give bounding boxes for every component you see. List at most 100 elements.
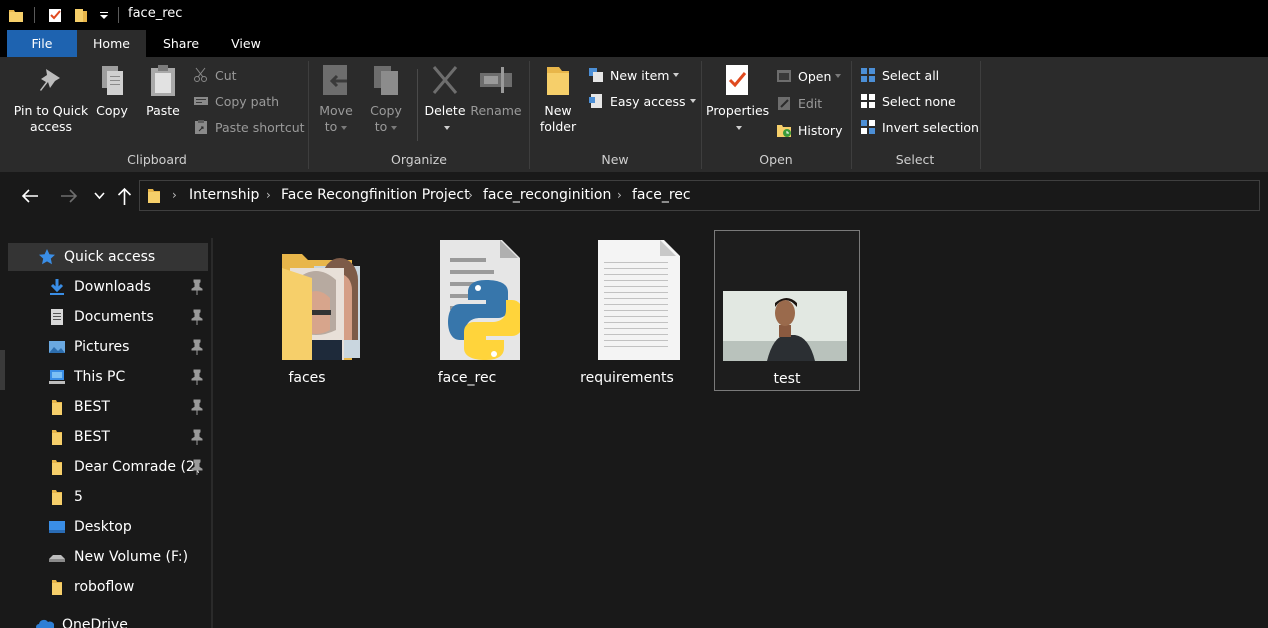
sidebar-item-5[interactable]: 5 bbox=[8, 483, 208, 511]
select-none-button[interactable]: Select none bbox=[860, 91, 956, 111]
delete-button[interactable]: Delete bbox=[422, 63, 468, 135]
copy-to-button[interactable]: Copy to bbox=[366, 63, 406, 135]
star-icon bbox=[39, 249, 55, 265]
breadcrumb-chevron-icon[interactable]: › bbox=[617, 188, 622, 202]
pin-icon[interactable] bbox=[190, 309, 204, 325]
file-item-test[interactable]: test bbox=[714, 230, 860, 391]
easy-access-icon bbox=[589, 94, 602, 108]
new-folder-button[interactable]: New folder bbox=[536, 63, 580, 135]
open-icon bbox=[777, 70, 791, 82]
navigation-bar: › Internship › Face Recongfinition Proje… bbox=[0, 172, 1268, 220]
cloud-icon bbox=[36, 619, 54, 628]
back-arrow-icon[interactable] bbox=[21, 188, 39, 204]
select-all-button[interactable]: Select all bbox=[860, 65, 939, 85]
copy-button[interactable]: Copy bbox=[92, 63, 132, 119]
rename-icon bbox=[480, 67, 512, 93]
folder-icon bbox=[52, 580, 62, 595]
pin-icon[interactable] bbox=[190, 279, 204, 295]
copy-to-label: to bbox=[366, 119, 406, 135]
customize-toolbar-icon[interactable] bbox=[99, 7, 109, 23]
image-thumbnail bbox=[723, 291, 847, 361]
breadcrumb-item[interactable]: face_reconginition bbox=[483, 187, 611, 203]
new-folder-icon bbox=[547, 67, 569, 95]
rename-label: Rename bbox=[470, 103, 522, 118]
history-button[interactable]: History bbox=[776, 120, 842, 140]
sidebar-item-label: Documents bbox=[74, 309, 154, 325]
file-name: requirements bbox=[580, 370, 674, 386]
scissors-icon bbox=[194, 67, 207, 82]
rename-button[interactable]: Rename bbox=[470, 63, 522, 119]
sidebar-item-best[interactable]: BEST bbox=[8, 423, 208, 451]
sidebar-item-label: roboflow bbox=[74, 579, 135, 595]
move-to-label: Move bbox=[319, 103, 353, 118]
tab-home[interactable]: Home bbox=[77, 30, 146, 57]
recent-locations-chevron-icon[interactable] bbox=[94, 192, 105, 200]
window-edge bbox=[0, 350, 5, 390]
sidebar-item-label: This PC bbox=[74, 369, 126, 385]
sidebar-item-best[interactable]: BEST bbox=[8, 393, 208, 421]
copy-path-button[interactable]: Copy path bbox=[193, 91, 279, 111]
sidebar-item-roboflow[interactable]: roboflow bbox=[8, 573, 208, 601]
sidebar-item-desktop[interactable]: Desktop bbox=[8, 513, 208, 541]
sidebar-item-documents[interactable]: Documents bbox=[8, 303, 208, 331]
cut-button[interactable]: Cut bbox=[193, 65, 237, 85]
new-item-button[interactable]: New item bbox=[588, 65, 680, 85]
open-button[interactable]: Open bbox=[776, 66, 842, 86]
pin-icon[interactable] bbox=[190, 339, 204, 355]
sidebar-item-dear-comrade[interactable]: Dear Comrade (2( bbox=[8, 453, 208, 481]
pin-icon[interactable] bbox=[190, 429, 204, 445]
breadcrumb-item[interactable]: Face Recongfinition Project bbox=[281, 187, 470, 203]
sidebar-item-downloads[interactable]: Downloads bbox=[8, 273, 208, 301]
folder-thumbnail-icon bbox=[282, 254, 360, 360]
tab-share[interactable]: Share bbox=[146, 30, 216, 57]
file-item-face-rec[interactable]: face_rec bbox=[394, 230, 540, 391]
organize-group-label: Organize bbox=[391, 152, 447, 167]
properties-icon[interactable] bbox=[47, 7, 63, 23]
python-file-icon bbox=[440, 240, 520, 360]
invert-selection-label: Invert selection bbox=[882, 119, 979, 135]
pin-icon[interactable] bbox=[190, 399, 204, 415]
pin-icon[interactable] bbox=[190, 459, 204, 475]
select-all-icon bbox=[861, 68, 875, 82]
easy-access-button[interactable]: Easy access bbox=[588, 91, 696, 111]
copy-icon bbox=[102, 66, 123, 95]
file-name: test bbox=[773, 371, 801, 387]
paste-shortcut-button[interactable]: Paste shortcut bbox=[193, 117, 305, 137]
invert-selection-button[interactable]: Invert selection bbox=[860, 117, 979, 137]
file-item-requirements[interactable]: requirements bbox=[554, 230, 700, 391]
download-icon bbox=[50, 279, 64, 295]
new-group-label: New bbox=[601, 152, 629, 167]
breadcrumb-item[interactable]: face_rec bbox=[632, 187, 691, 203]
new-folder-label: folder bbox=[539, 119, 577, 134]
forward-arrow-icon[interactable] bbox=[60, 188, 78, 204]
sidebar-item-label: New Volume (F:) bbox=[74, 549, 189, 565]
tab-view[interactable]: View bbox=[216, 30, 276, 57]
pin-icon[interactable] bbox=[190, 369, 204, 385]
pin-to-quick-access-button[interactable]: Pin to Quick access bbox=[12, 63, 90, 135]
edit-button[interactable]: Edit bbox=[776, 93, 822, 113]
properties-button[interactable]: Properties bbox=[706, 63, 769, 135]
cut-label: Cut bbox=[215, 67, 237, 83]
tab-file[interactable]: File bbox=[7, 30, 77, 57]
breadcrumb-chevron-icon[interactable]: › bbox=[468, 188, 473, 202]
sidebar-item-label: 5 bbox=[74, 489, 83, 505]
select-group-label: Select bbox=[895, 152, 935, 167]
sidebar-item-this-pc[interactable]: This PC bbox=[8, 363, 208, 391]
folder-icon bbox=[52, 430, 62, 445]
file-item-faces[interactable]: faces bbox=[234, 230, 380, 391]
sidebar-item-new-volume[interactable]: New Volume (F:) bbox=[8, 543, 208, 571]
new-folder-icon[interactable] bbox=[73, 7, 89, 23]
breadcrumb-chevron-icon[interactable]: › bbox=[172, 188, 177, 202]
move-to-icon bbox=[323, 65, 347, 95]
address-bar[interactable]: › Internship › Face Recongfinition Proje… bbox=[139, 180, 1260, 211]
sidebar-item-onedrive[interactable]: OneDrive bbox=[8, 611, 208, 628]
edit-label: Edit bbox=[798, 95, 823, 111]
sidebar-item-quick-access[interactable]: Quick access bbox=[8, 243, 208, 271]
sidebar-item-pictures[interactable]: Pictures bbox=[8, 333, 208, 361]
breadcrumb-item[interactable]: Internship bbox=[189, 187, 259, 203]
open-group-label: Open bbox=[759, 152, 793, 167]
up-arrow-icon[interactable] bbox=[117, 187, 132, 206]
breadcrumb-chevron-icon[interactable]: › bbox=[266, 188, 271, 202]
move-to-button[interactable]: Move to bbox=[316, 63, 356, 135]
paste-button[interactable]: Paste bbox=[142, 63, 184, 119]
